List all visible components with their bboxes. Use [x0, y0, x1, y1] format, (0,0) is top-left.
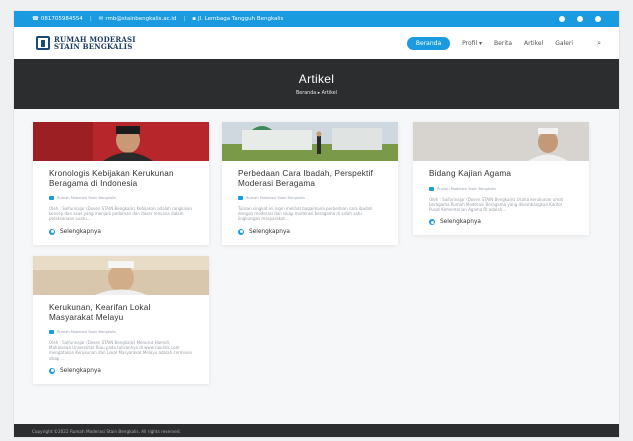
user-icon — [49, 330, 54, 334]
article-meta: Rumah Moderasi Stain Bengkalis — [57, 330, 116, 334]
nav-item-galeri[interactable]: Galeri — [555, 40, 573, 47]
user-icon — [429, 186, 434, 191]
read-more-link[interactable]: Selengkapnya — [49, 228, 193, 245]
top-info-bar: ☎ 081705984554 | ✉ rmb@stainbengkalis.ac… — [14, 11, 619, 27]
page-hero: Artikel Beranda ▸ Artikel — [14, 59, 619, 109]
article-card[interactable]: Perbedaan Cara Ibadah, Perspektif Modera… — [222, 122, 398, 245]
brand-line2: STAIN BENGKALIS — [54, 42, 133, 51]
article-meta: Rumah Moderasi Stain Bengkalis — [437, 186, 496, 191]
footer: Copyright ©2022 Rumah Moderasi Stain Ben… — [14, 424, 619, 437]
article-thumbnail[interactable] — [33, 256, 209, 295]
article-title[interactable]: Kerukunan, Kearifan Lokal Masyarakat Mel… — [49, 303, 193, 322]
nav-menu: Beranda Profil ▾ Berita Artikel Galeri ⌕ — [406, 36, 601, 50]
email-text: rmb@stainbengkalis.ac.id — [105, 16, 177, 22]
address-text: Jl. Lembaga Tangguh Bengkalis — [197, 16, 284, 22]
article-title[interactable]: Bidang Kajian Agama — [429, 169, 573, 179]
article-excerpt: Oleh : Saifunnajar (Dosen STAIN Bengkali… — [49, 340, 193, 361]
user-icon — [238, 196, 243, 200]
article-excerpt: Oleh : Saifunnajar (Dosen STAIN Bengkali… — [429, 196, 564, 212]
page-title: Artikel — [298, 72, 335, 86]
read-more-link[interactable]: Selengkapnya — [238, 228, 382, 245]
article-excerpt: Oleh : Saifunnajar (Dosen STAIN Bengkali… — [49, 206, 192, 222]
brand[interactable]: RUMAH MODERASI STAIN BENGKALIS — [36, 36, 136, 50]
article-title[interactable]: Perbedaan Cara Ibadah, Perspektif Modera… — [238, 169, 382, 188]
user-icon — [49, 196, 54, 200]
nav-item-profil[interactable]: Profil ▾ — [462, 40, 482, 47]
article-excerpt: Tulisan singkat ini ingin melihat bagaim… — [238, 206, 373, 222]
nav-item-berita[interactable]: Berita — [494, 40, 512, 47]
map-icon: ▪ — [192, 16, 196, 22]
youtube-icon[interactable] — [595, 16, 601, 22]
address-info: ▪ Jl. Lembaga Tangguh Bengkalis — [192, 16, 283, 22]
arrow-circle-icon — [49, 228, 55, 235]
article-meta: Rumah Moderasi Stain Bengkalis — [246, 196, 305, 200]
arrow-circle-icon — [429, 219, 435, 226]
instagram-icon[interactable] — [577, 16, 583, 22]
social-links — [559, 16, 601, 22]
nav-item-beranda[interactable]: Beranda — [406, 36, 451, 50]
article-thumbnail[interactable] — [413, 122, 589, 161]
article-card[interactable]: Kronologis Kebijakan Kerukunan Beragama … — [33, 122, 209, 245]
phone-icon: ☎ — [32, 16, 39, 22]
arrow-circle-icon — [238, 228, 244, 235]
mail-icon: ✉ — [98, 16, 104, 22]
search-icon[interactable]: ⌕ — [597, 39, 601, 48]
breadcrumb[interactable]: Beranda ▸ Artikel — [296, 91, 337, 96]
footer-copyright: Copyright ©2022 Rumah Moderasi Stain Ben… — [32, 429, 181, 434]
email-info[interactable]: ✉ rmb@stainbengkalis.ac.id — [99, 16, 177, 22]
article-thumbnail[interactable] — [33, 122, 209, 161]
article-card[interactable]: Kerukunan, Kearifan Lokal Masyarakat Mel… — [33, 256, 209, 384]
main-navbar: RUMAH MODERASI STAIN BENGKALIS Beranda P… — [14, 27, 619, 59]
facebook-icon[interactable] — [559, 16, 565, 22]
article-title[interactable]: Kronologis Kebijakan Kerukunan Beragama … — [49, 169, 193, 188]
article-thumbnail[interactable] — [222, 122, 398, 161]
article-card[interactable]: Bidang Kajian Agama Rumah Moderasi Stain… — [413, 122, 589, 236]
arrow-circle-icon — [49, 367, 55, 374]
phone-text: 081705984554 — [40, 16, 83, 22]
article-meta: Rumah Moderasi Stain Bengkalis — [57, 196, 116, 200]
nav-item-artikel[interactable]: Artikel — [524, 40, 543, 47]
read-more-link[interactable]: Selengkapnya — [429, 219, 573, 235]
phone-info[interactable]: ☎ 081705984554 — [32, 16, 83, 22]
logo-icon — [36, 36, 50, 50]
read-more-link[interactable]: Selengkapnya — [49, 367, 193, 384]
